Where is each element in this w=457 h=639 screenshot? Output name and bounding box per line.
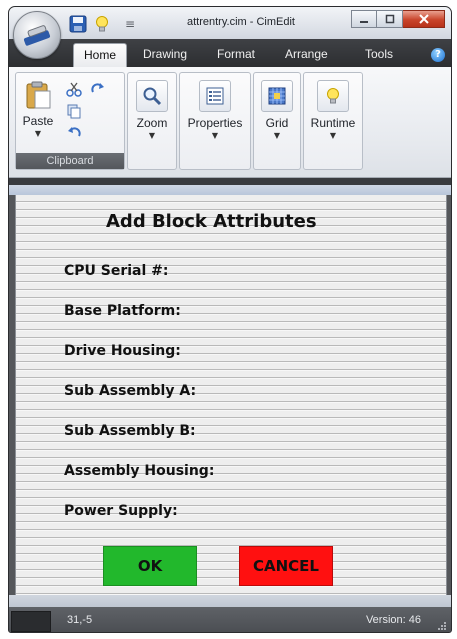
zoom-dropdown-icon[interactable]: ▼ — [128, 131, 176, 140]
qat-customize-icon[interactable]: ≡ — [125, 17, 135, 31]
app-logo-icon — [23, 25, 51, 46]
clipboard-group-label: Clipboard — [16, 153, 124, 169]
redo-icon[interactable] — [90, 81, 106, 97]
field-base-platform: Base Platform: — [64, 303, 181, 319]
cut-icon[interactable] — [66, 81, 82, 97]
properties-icon — [206, 87, 224, 105]
window-title: attrentry.cim - CimEdit — [187, 16, 295, 28]
tab-arrange[interactable]: Arrange — [285, 47, 328, 61]
drawing-canvas[interactable]: Add Block Attributes CPU Serial #: Base … — [15, 195, 447, 595]
grid-group: Grid ▼ — [253, 72, 301, 170]
properties-button[interactable]: Properties ▼ — [180, 76, 250, 166]
zoom-group: Zoom ▼ — [127, 72, 177, 170]
canvas-bottom-scrollbar[interactable] — [9, 595, 451, 607]
paste-dropdown-icon[interactable]: ▼ — [18, 129, 58, 138]
grid-icon — [268, 87, 286, 105]
magnifier-icon — [143, 87, 162, 106]
tab-format[interactable]: Format — [217, 47, 255, 61]
undo-icon[interactable] — [66, 125, 82, 141]
grid-label: Grid — [265, 116, 289, 130]
status-coordinates: 31,-5 — [67, 614, 93, 626]
field-cpu-serial: CPU Serial #: — [64, 263, 169, 279]
status-indicator — [11, 611, 51, 632]
field-sub-assembly-a: Sub Assembly A: — [64, 383, 197, 399]
lightbulb-icon[interactable] — [93, 15, 111, 33]
minimize-icon — [360, 21, 368, 23]
field-drive-housing: Drive Housing: — [64, 343, 181, 359]
ribbon-home: Paste ▼ Clipboard Zoom ▼ Properties ▼ Gr… — [9, 67, 451, 178]
runtime-label: Runtime — [310, 116, 356, 130]
status-version: Version: 46 — [365, 614, 421, 626]
ribbon-divider — [9, 178, 451, 185]
ribbon-tabs: Home Drawing Format Arrange Tools ? — [9, 39, 451, 67]
status-bar: 31,-5 Version: 46 — [9, 607, 451, 632]
zoom-label: Zoom — [136, 116, 168, 130]
field-assembly-housing: Assembly Housing: — [64, 463, 215, 479]
quick-access-toolbar: ≡ — [69, 14, 179, 34]
window-controls — [351, 10, 445, 28]
close-button[interactable] — [403, 10, 445, 28]
canvas-top-ruler — [9, 185, 451, 195]
runtime-dropdown-icon[interactable]: ▼ — [304, 131, 362, 140]
properties-label: Properties — [187, 116, 243, 130]
tab-home[interactable]: Home — [73, 43, 128, 67]
save-icon[interactable] — [69, 15, 87, 33]
maximize-icon — [385, 14, 394, 24]
runtime-button[interactable]: Runtime ▼ — [304, 76, 362, 166]
copy-icon[interactable] — [66, 103, 82, 119]
tab-tools[interactable]: Tools — [365, 47, 393, 61]
grid-dropdown-icon[interactable]: ▼ — [254, 131, 300, 140]
app-window: ≡ attrentry.cim - CimEdit Home Drawing F… — [8, 6, 452, 633]
help-icon[interactable]: ? — [431, 48, 445, 62]
application-menu-button[interactable] — [13, 11, 61, 59]
ok-button[interactable]: OK — [103, 546, 197, 586]
resize-grip-icon[interactable] — [437, 621, 447, 631]
minimize-button[interactable] — [351, 10, 377, 28]
paste-label: Paste — [22, 114, 54, 128]
runtime-group: Runtime ▼ — [303, 72, 363, 170]
close-icon — [418, 14, 429, 24]
cancel-button[interactable]: CANCEL — [239, 546, 333, 586]
form-title: Add Block Attributes — [106, 211, 317, 232]
maximize-button[interactable] — [377, 10, 403, 28]
paste-icon — [26, 81, 51, 109]
grid-button[interactable]: Grid ▼ — [254, 76, 300, 166]
zoom-button[interactable]: Zoom ▼ — [128, 76, 176, 166]
runtime-lightbulb-icon — [327, 88, 339, 104]
title-bar: ≡ attrentry.cim - CimEdit — [9, 7, 451, 39]
field-sub-assembly-b: Sub Assembly B: — [64, 423, 196, 439]
field-power-supply: Power Supply: — [64, 503, 178, 519]
properties-group: Properties ▼ — [179, 72, 251, 170]
clipboard-group: Paste ▼ Clipboard — [15, 72, 125, 170]
tab-drawing[interactable]: Drawing — [143, 47, 187, 61]
properties-dropdown-icon[interactable]: ▼ — [180, 131, 250, 140]
